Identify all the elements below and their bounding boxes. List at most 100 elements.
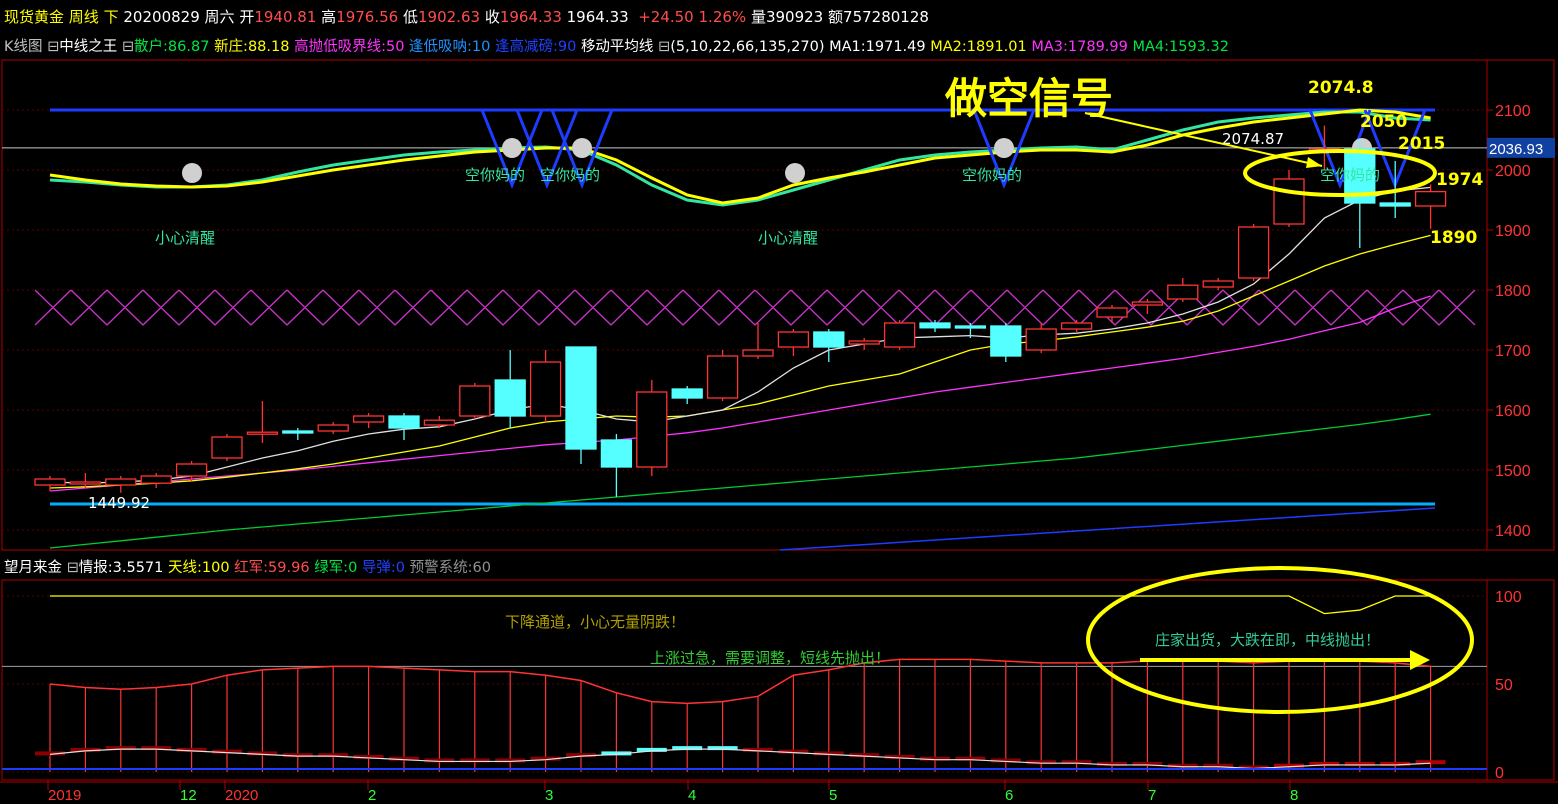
candle-body[interactable] <box>848 340 880 345</box>
collapse-box-icon[interactable]: ⊟ <box>122 39 134 55</box>
date-label: 20200829 <box>123 8 200 26</box>
zigzag-band <box>34 289 1476 326</box>
time-tick-label: 5 <box>829 787 837 804</box>
candle-body[interactable] <box>777 331 810 348</box>
candle-body[interactable] <box>1202 280 1234 288</box>
weekday-label: 周六 <box>204 8 235 26</box>
candle-body[interactable] <box>105 478 137 486</box>
candle-body[interactable] <box>69 481 102 485</box>
candle-body[interactable] <box>1273 178 1305 225</box>
ma1-value: MA1:1971.49 <box>829 39 926 55</box>
candle-body[interactable] <box>565 346 597 450</box>
candle-body[interactable] <box>1414 190 1447 207</box>
time-tick-label: 12 <box>180 787 197 804</box>
change-pct: 1.26% <box>698 8 747 26</box>
tianxian-value: 天线:100 <box>168 560 230 576</box>
price-tick-label: 1600 <box>1495 403 1531 420</box>
candle-body[interactable] <box>34 478 66 486</box>
candle-body[interactable] <box>1025 328 1057 351</box>
sub-indicator-name[interactable]: 望月来金 <box>4 560 62 576</box>
candle-body[interactable] <box>423 419 456 426</box>
collapse-box-icon[interactable]: ⊟ <box>658 39 670 55</box>
candle-body[interactable] <box>600 439 633 468</box>
collapse-box-icon[interactable]: ⊟ <box>67 560 79 576</box>
candle-body[interactable] <box>246 431 279 435</box>
candle-body[interactable] <box>211 436 243 459</box>
kong-label: 空你妈的 <box>465 166 525 184</box>
candle-body[interactable] <box>282 430 314 434</box>
xiaoxin-label: 小心清醒 <box>758 229 818 247</box>
candle-body[interactable] <box>317 424 349 432</box>
candle-body[interactable] <box>1379 202 1411 207</box>
hongjun-value: 红军:59.96 <box>234 560 310 576</box>
collapse-box-icon[interactable]: ⊟ <box>47 39 59 55</box>
lvjun-value: 绿军:0 <box>314 560 358 576</box>
candle-body[interactable] <box>1131 301 1164 306</box>
sub-note: 庄家出货，大跌在即，中线抛出！ <box>1155 631 1380 649</box>
kong-label: 空你妈的 <box>540 166 600 184</box>
face-icon <box>572 138 592 158</box>
candle-body[interactable] <box>813 331 845 348</box>
sub-arrow-head <box>1410 650 1430 670</box>
candle-body[interactable] <box>671 388 703 399</box>
sub-note: 下降通道，小心无量阴跌！ <box>505 613 685 631</box>
candle-body[interactable] <box>494 379 526 417</box>
direction-label: 下 <box>103 8 119 26</box>
price-annotation: 1890 <box>1430 228 1477 248</box>
time-tick-label: 8 <box>1290 787 1298 804</box>
candle-body[interactable] <box>140 475 172 484</box>
change-value: +24.50 <box>638 8 694 26</box>
candle-body[interactable] <box>1096 307 1128 318</box>
candle-body[interactable] <box>742 349 774 357</box>
period-label[interactable]: 周线 <box>69 8 99 26</box>
time-tick-label: 4 <box>688 787 696 804</box>
price-annotation: 2015 <box>1398 134 1445 154</box>
open-value: 1940.81 <box>254 8 317 26</box>
daodan-value: 导弹:0 <box>361 560 406 576</box>
symbol-name[interactable]: 现货黄金 <box>4 8 64 26</box>
fengdi-value: 逢低吸呐:10 <box>409 39 491 55</box>
time-tick-label: 7 <box>1148 787 1156 804</box>
price-tick-label: 2000 <box>1495 163 1531 180</box>
sanhu-value: 散户:86.87 <box>134 39 210 55</box>
quote-bar: 现货黄金 周线 下 20200829 周六 开1940.81 高1976.56 … <box>4 6 1558 28</box>
candle-body[interactable] <box>388 415 420 429</box>
candle-body[interactable] <box>883 322 916 348</box>
ma-params: (5,10,22,66,135,270) <box>670 39 825 55</box>
candle-body[interactable] <box>1060 322 1093 330</box>
time-tick-label: 6 <box>1005 787 1013 804</box>
high-label: 高 <box>321 8 337 26</box>
ma1-line <box>49 186 1431 484</box>
chart-canvas[interactable]: 2100 2000 1900 1800 1700 1600 1500 1400 100 50 0 20… <box>0 0 1558 804</box>
yujing-value: 预警系统:60 <box>409 560 491 576</box>
sub-tick-label: 50 <box>1495 677 1513 694</box>
kong-label: 空你妈的 <box>962 166 1022 184</box>
candle-body[interactable] <box>706 355 739 399</box>
candle-body[interactable] <box>459 385 491 417</box>
zx-indicator-name[interactable]: 中线之王 <box>59 39 117 55</box>
candle-body[interactable] <box>954 325 987 329</box>
candle-body[interactable] <box>919 322 951 329</box>
face-icon <box>994 138 1014 158</box>
xinzhuang-line <box>49 108 1431 205</box>
signal-arrow <box>1084 112 1323 167</box>
kline-tab[interactable]: K线图 <box>4 39 43 55</box>
candle-body[interactable] <box>175 463 208 477</box>
candle-body[interactable] <box>529 361 562 417</box>
candle-body[interactable] <box>990 325 1022 357</box>
candle-body[interactable] <box>636 391 668 468</box>
price-annotation: 2050 <box>1360 112 1407 132</box>
face-icon <box>182 163 202 183</box>
ma4-value: MA4:1593.32 <box>1132 39 1229 55</box>
sub-note: 上涨过急，需要调整，短线先抛出！ <box>650 649 890 667</box>
price-tick-label: 1800 <box>1495 283 1531 300</box>
ma-indicator-name[interactable]: 移动平均线 <box>581 39 654 55</box>
candle-body[interactable] <box>1237 226 1270 279</box>
volume-label: 量 <box>750 8 766 26</box>
face-icon <box>502 138 522 158</box>
amount-label: 额 <box>828 8 844 26</box>
long-trend-line <box>779 507 1436 551</box>
candle-body[interactable] <box>352 415 385 423</box>
sub-indicator-bar: 望月来金 ⊟情报:3.5571 天线:100 红军:59.96 绿军:0 导弹:… <box>4 557 1558 579</box>
candle-body[interactable] <box>1167 284 1199 300</box>
